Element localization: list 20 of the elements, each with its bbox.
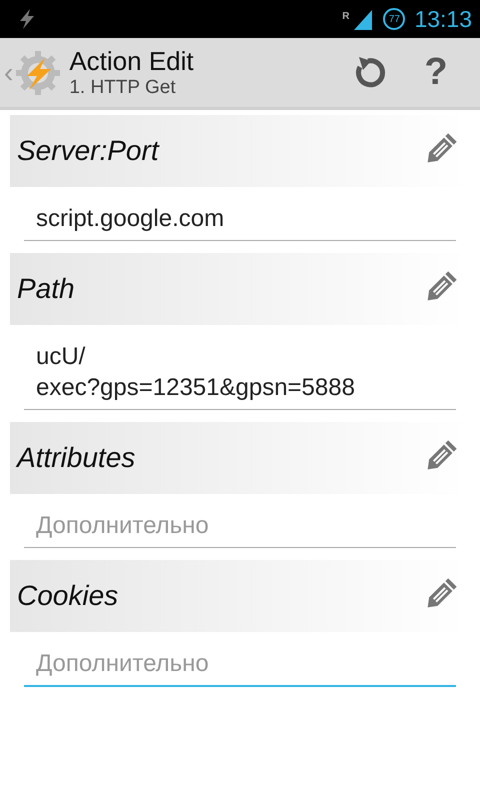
screen-subtitle: 1. HTTP Get — [69, 77, 177, 99]
section-label: Cookies — [17, 580, 118, 612]
text-field[interactable]: Дополнительно — [24, 644, 456, 687]
text-field[interactable]: script.google.com — [24, 199, 456, 241]
text-field[interactable]: Дополнительно — [24, 506, 456, 548]
field-placeholder: Дополнительно — [36, 649, 210, 679]
clock: 13:13 — [414, 6, 472, 32]
screen-title: Action Edit — [69, 46, 195, 77]
section-label: Attributes — [17, 442, 136, 474]
field-placeholder: Дополнительно — [36, 511, 210, 541]
section-label: Path — [17, 273, 75, 305]
help-button[interactable]: ? — [402, 42, 470, 102]
field-value-line: script.google.com — [36, 204, 226, 234]
battery-indicator: 77 — [383, 8, 406, 30]
text-field[interactable]: ucU/ exec?gps=12351&gpsn=5888 — [24, 337, 456, 410]
field-value-line: ucU/ — [36, 342, 86, 372]
section-label: Server:Port — [17, 135, 159, 167]
roaming-indicator: R — [342, 10, 350, 22]
field-value-line: exec?gps=12351&gpsn=5888 — [36, 373, 356, 403]
signal-icon — [354, 8, 372, 30]
